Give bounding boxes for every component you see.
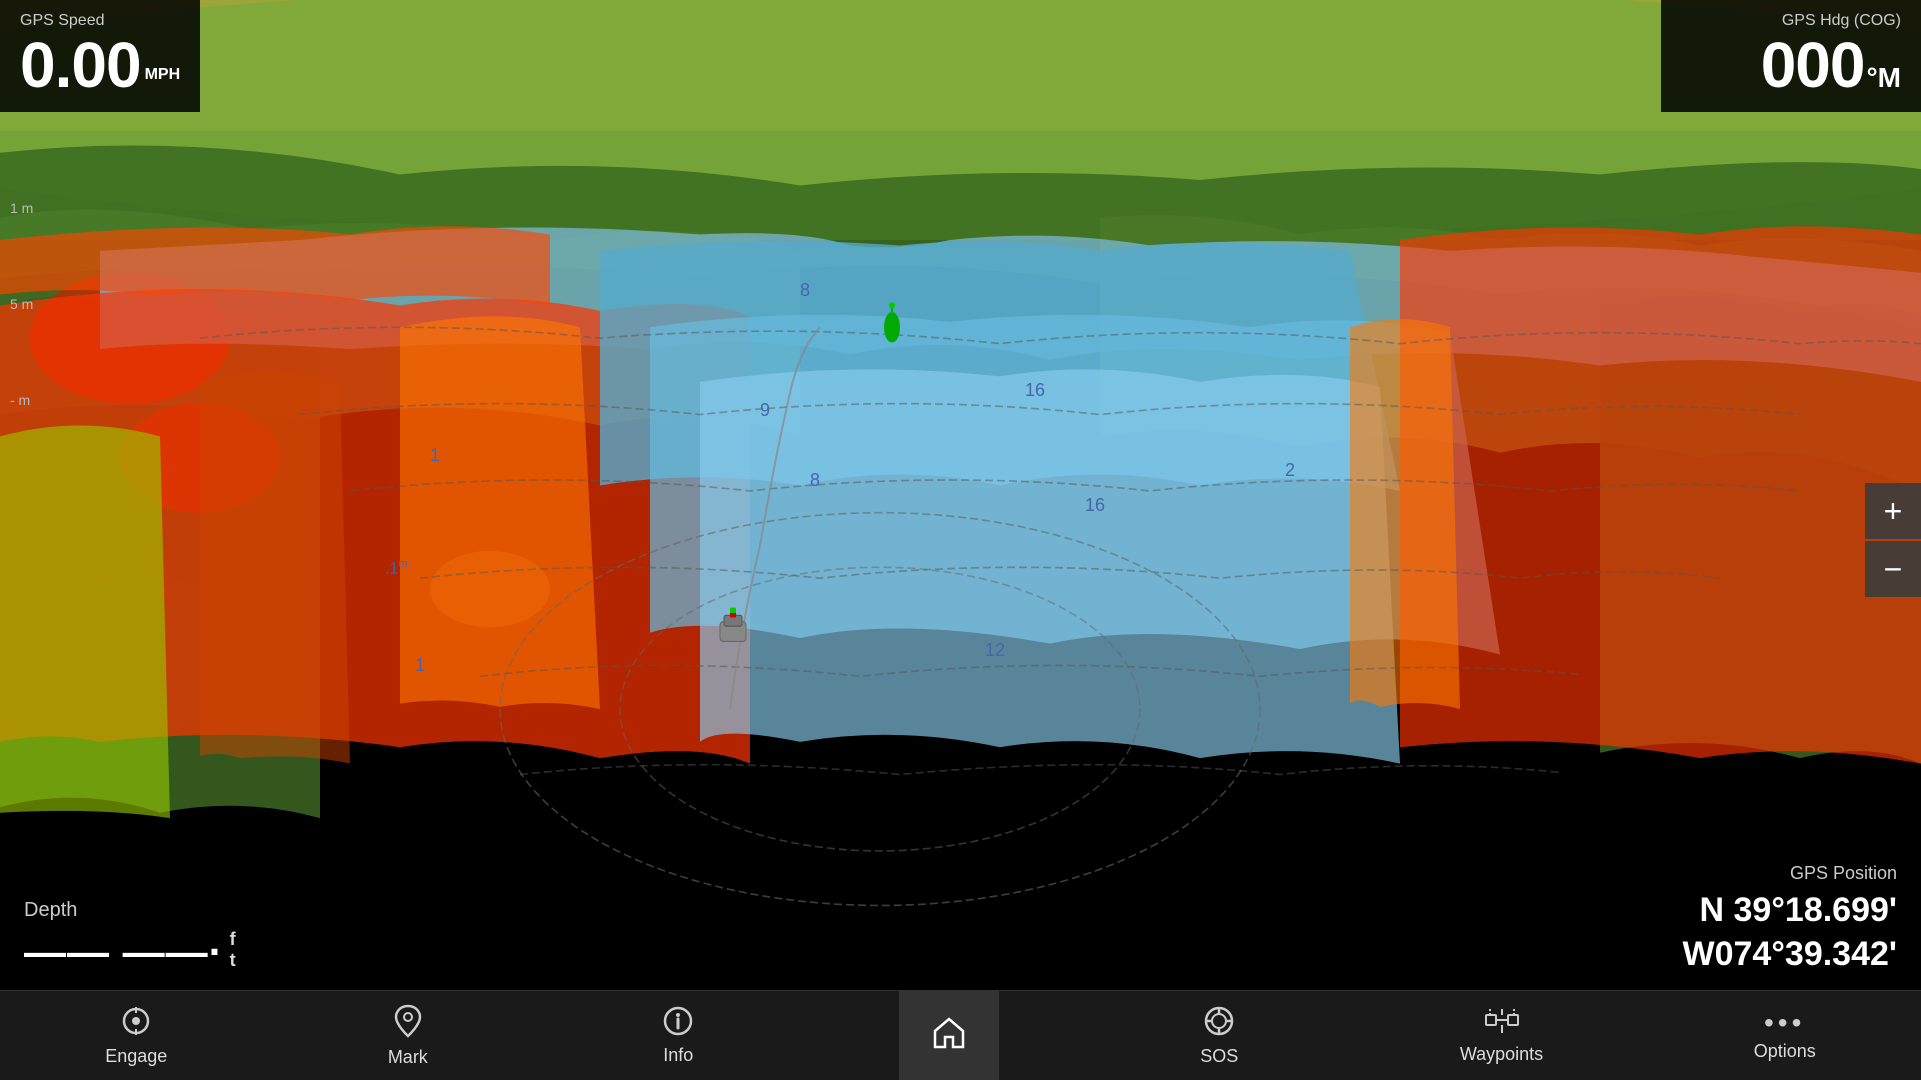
nav-engage-label: Engage: [105, 1046, 167, 1067]
nav-mark-label: Mark: [388, 1047, 428, 1068]
nav-info[interactable]: Info: [628, 991, 728, 1080]
gps-speed-panel: GPS Speed 0.00 MPH: [0, 0, 200, 112]
app: 1 9 8 8 16 16 12 2 1 .1m 1 m 5 m - m +: [0, 0, 1921, 1080]
options-icon: •••: [1764, 1009, 1805, 1037]
depth-num-8b: 8: [810, 470, 820, 491]
gps-heading-panel: GPS Hdg (COG) 000 °M: [1661, 0, 1921, 112]
depth-unit-t: t: [230, 950, 236, 972]
nav-info-label: Info: [663, 1045, 693, 1066]
engage-icon: [120, 1005, 152, 1042]
depth-num-9: 9: [760, 400, 770, 421]
waypoints-icon: [1484, 1007, 1520, 1040]
gps-lon: W074°39.342': [1645, 932, 1897, 976]
gps-heading-label: GPS Hdg (COG): [1681, 12, 1901, 30]
nav-home[interactable]: [899, 991, 999, 1080]
zoom-in-button[interactable]: +: [1865, 483, 1921, 539]
depth-num-1b: 1: [415, 655, 425, 676]
scale-5m: 5 m: [10, 296, 33, 312]
nav-sos[interactable]: SOS: [1169, 991, 1269, 1080]
nav-mark[interactable]: Mark: [358, 991, 458, 1080]
nav-sos-label: SOS: [1200, 1046, 1238, 1067]
gps-lat: N 39°18.699': [1645, 888, 1897, 932]
gps-position-panel: GPS Position N 39°18.699' W074°39.342': [1621, 849, 1921, 990]
scale-indicators: 1 m 5 m - m: [10, 200, 33, 488]
depth-num-1: 1: [430, 445, 440, 466]
gps-heading-unit: °M: [1866, 64, 1901, 92]
depth-num-16b: 16: [1085, 495, 1105, 516]
depth-unit-f: f: [230, 929, 236, 951]
nav-waypoints[interactable]: Waypoints: [1440, 991, 1563, 1080]
nav-engage[interactable]: Engage: [85, 991, 187, 1080]
info-icon: [663, 1006, 693, 1041]
depth-panel: Depth —— ——· f t: [0, 885, 260, 990]
depth-num-8a: 8: [800, 280, 810, 301]
depth-num-2: 2: [1285, 460, 1295, 481]
gps-speed-unit: MPH: [145, 67, 181, 91]
depth-value: —— ——·: [24, 928, 224, 976]
gps-speed-label: GPS Speed: [20, 12, 180, 30]
depth-num-0_1: .1m: [385, 558, 408, 578]
nav-options-label: Options: [1754, 1041, 1816, 1062]
mark-icon: [394, 1004, 422, 1043]
home-icon: [932, 1017, 966, 1054]
bottom-navigation: Engage Mark Info: [0, 990, 1921, 1080]
scale-m: - m: [10, 392, 33, 408]
gps-heading-value: 000: [1761, 30, 1865, 100]
zoom-out-button[interactable]: −: [1865, 541, 1921, 597]
gps-speed-value: 0.00: [20, 30, 141, 100]
depth-num-16a: 16: [1025, 380, 1045, 401]
nav-options[interactable]: ••• Options: [1734, 991, 1836, 1080]
depth-label: Depth: [24, 899, 236, 922]
sos-icon: [1203, 1005, 1235, 1042]
nav-waypoints-label: Waypoints: [1460, 1044, 1543, 1065]
zoom-controls: + −: [1865, 483, 1921, 597]
gps-position-label: GPS Position: [1645, 863, 1897, 884]
depth-num-12: 12: [985, 640, 1005, 661]
scale-1m: 1 m: [10, 200, 33, 216]
